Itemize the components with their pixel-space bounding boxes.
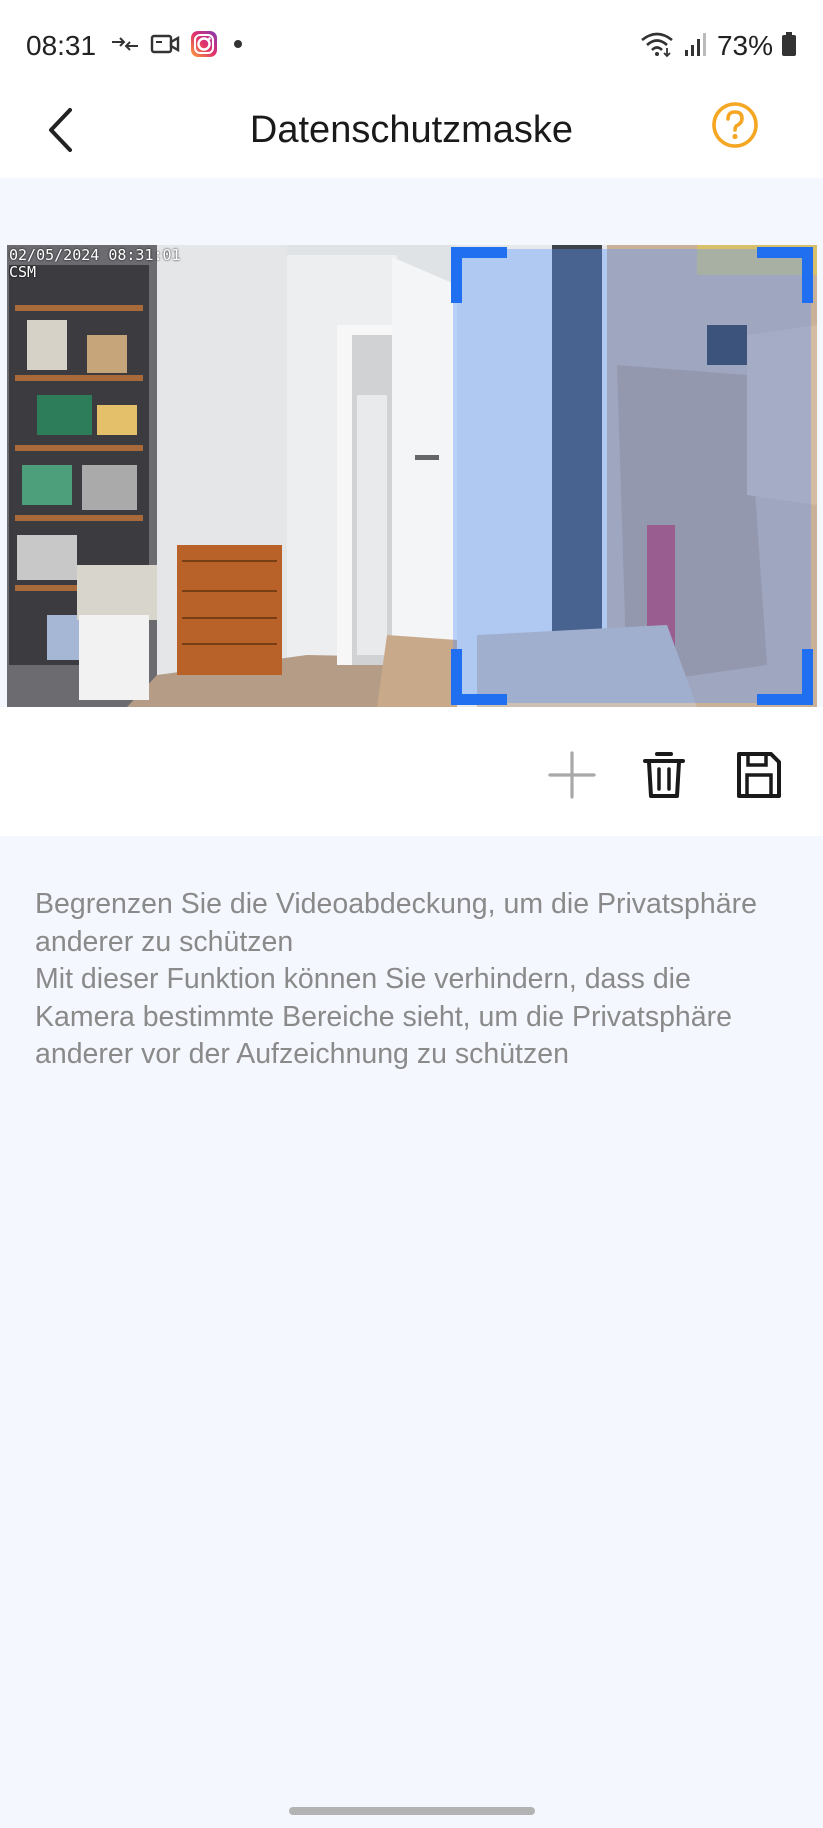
instagram-icon (190, 30, 218, 63)
battery-percentage: 73% (716, 30, 773, 61)
mask-resize-handle-top-right[interactable] (757, 247, 813, 303)
help-circle-icon (712, 102, 758, 148)
mask-resize-handle-bottom-left[interactable] (451, 649, 507, 705)
mask-resize-handle-top-left[interactable] (451, 247, 507, 303)
mask-resize-handle-bottom-right[interactable] (757, 649, 813, 705)
privacy-mask-region[interactable] (451, 247, 813, 705)
trash-icon (643, 752, 685, 798)
privacy-mask-description: Begrenzen Sie die Videoabdeckung, um die… (35, 886, 765, 1074)
dot-icon (228, 34, 248, 59)
status-bar: 08:31 73% (0, 0, 823, 92)
plus-icon (548, 751, 596, 799)
add-mask-button[interactable] (542, 745, 602, 805)
page-title: Datenschutzmaske (249, 109, 574, 151)
status-right-group: 73% (639, 30, 797, 62)
camera-timestamp-overlay: 02/05/2024 08:31:01 CSM (9, 246, 181, 281)
signal-icon (683, 30, 709, 63)
help-button[interactable] (709, 99, 761, 151)
save-icon (737, 752, 781, 798)
status-time: 08:31 (26, 30, 97, 61)
delete-mask-button[interactable] (634, 745, 694, 805)
camera-preview: 02/05/2024 08:31:01 CSM (7, 245, 817, 707)
mask-toolbar (0, 707, 823, 836)
description-heading: Begrenzen Sie die Videoabdeckung, um die… (35, 888, 757, 958)
battery-icon (781, 30, 797, 63)
status-notification-icons (110, 30, 248, 62)
description-body: Mit dieser Funktion können Sie verhinder… (35, 963, 732, 1070)
home-indicator[interactable] (289, 1807, 535, 1815)
video-camera-icon (150, 32, 180, 61)
transfer-icon (110, 33, 140, 60)
app-header: Datenschutzmaske (0, 92, 823, 178)
save-mask-button[interactable] (729, 745, 789, 805)
wifi-icon (639, 30, 675, 63)
